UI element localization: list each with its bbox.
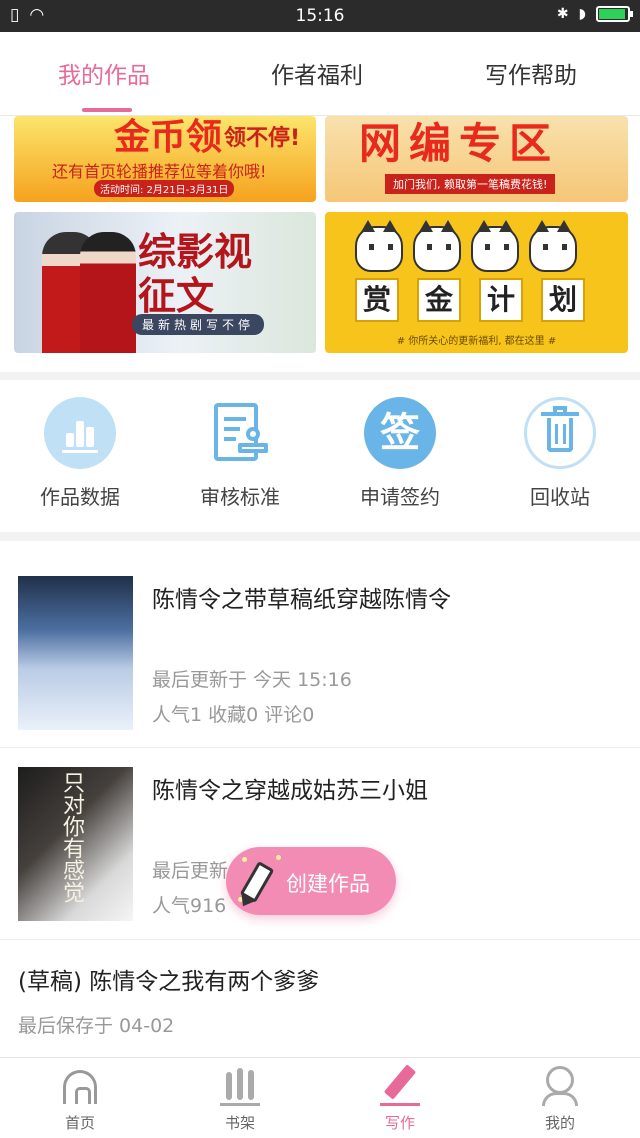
nav-label: 首页 <box>64 1114 95 1132</box>
cover-text: 只对你有感觉 <box>59 771 84 903</box>
tab-my-works[interactable]: 我的作品 <box>58 56 150 90</box>
quick-works-data[interactable]: 作品数据 <box>10 397 150 510</box>
sign-icon: 签 <box>364 397 436 469</box>
work-item[interactable]: 陈情令之带草稿纸穿越陈情令 最后更新于 今天 15:16 人气1 收藏0 评论0 <box>0 541 640 748</box>
nav-bookshelf[interactable]: 书架 <box>160 1066 320 1133</box>
nav-write[interactable]: 写作 <box>320 1064 480 1133</box>
work-title: 陈情令之带草稿纸穿越陈情令 <box>152 587 451 613</box>
nfc-icon: ◗ <box>578 6 586 22</box>
quick-label: 回收站 <box>530 485 590 509</box>
work-stats: 人气916 <box>152 895 227 917</box>
tab-writing-help[interactable]: 写作帮助 <box>485 56 577 90</box>
work-title: 陈情令之穿越成姑苏三小姐 <box>152 778 428 804</box>
banner-coins-title: 金币领 <box>114 117 223 158</box>
trash-icon <box>524 397 596 469</box>
create-work-button[interactable]: 创建作品 <box>226 847 396 915</box>
banner-web-editor-sub: 加门我们, 赖取第一笔稿费花钱! <box>385 174 556 194</box>
banner-web-editor[interactable]: 网编专区 加门我们, 赖取第一笔稿费花钱! <box>325 116 628 202</box>
cat-illustrations <box>355 220 577 272</box>
work-cover <box>18 576 133 730</box>
draft-title: (草稿) 陈情令之我有两个爹爹 <box>18 969 320 995</box>
banner-bounty-plan[interactable]: 赏 金 计 划 # 你所关心的更新福利, 都在这里 # <box>325 212 628 353</box>
bounty-char: 赏 <box>355 278 399 322</box>
quick-label: 申请签约 <box>360 485 440 509</box>
banner-coins[interactable]: 金币领 领不停! 还有首页轮播推荐位等着你哦! 活动时间: 2月21日-3月31… <box>14 116 316 202</box>
quick-recycle-bin[interactable]: 回收站 <box>490 397 630 510</box>
work-updated: 最后更新于 今天 15:16 <box>152 669 352 691</box>
bar-chart-icon <box>44 397 116 469</box>
quick-review-standard[interactable]: 审核标准 <box>170 397 310 510</box>
draft-item[interactable]: (草稿) 陈情令之我有两个爹爹 最后保存于 04-02 <box>0 940 640 1057</box>
banner-web-editor-title: 网编专区 <box>359 119 560 168</box>
pen-icon <box>380 1064 420 1106</box>
banner-film-sub: 最新热剧写不停 <box>132 314 265 335</box>
cat-icon <box>471 220 519 272</box>
banner-film-title: 综影视征文 <box>138 230 253 318</box>
bounty-char: 划 <box>541 278 585 322</box>
banner-grid: 金币领 领不停! 还有首页轮播推荐位等着你哦! 活动时间: 2月21日-3月31… <box>0 116 640 372</box>
banner-coins-sub: 还有首页轮播推荐位等着你哦! <box>52 162 267 181</box>
tab-author-benefits[interactable]: 作者福利 <box>271 56 363 90</box>
cat-icon <box>355 220 403 272</box>
nav-home[interactable]: 首页 <box>0 1066 160 1133</box>
top-tabs: 我的作品 作者福利 写作帮助 <box>0 32 640 116</box>
create-work-label: 创建作品 <box>286 872 370 896</box>
work-stats: 人气1 收藏0 评论0 <box>152 704 315 726</box>
banner-coins-date: 活动时间: 2月21日-3月31日 <box>94 180 235 197</box>
profile-icon <box>540 1066 580 1106</box>
bookshelf-icon <box>220 1066 260 1106</box>
cat-icon <box>529 220 577 272</box>
work-updated: 最后更新 <box>152 860 229 882</box>
bounty-title: 赏 金 计 划 <box>355 278 585 322</box>
draft-saved: 最后保存于 04-02 <box>18 1015 175 1037</box>
nav-label: 写作 <box>384 1114 415 1132</box>
work-cover: 只对你有感觉 <box>18 767 133 921</box>
banner-film-contest[interactable]: 综影视征文 最新热剧写不停 <box>14 212 316 353</box>
status-bar: ▯ ◠ 15:16 ✱ ◗ <box>0 0 640 32</box>
review-stamp-icon <box>204 397 276 469</box>
pencil-icon <box>239 861 275 903</box>
quick-label: 作品数据 <box>40 485 120 509</box>
works-list: 陈情令之带草稿纸穿越陈情令 最后更新于 今天 15:16 人气1 收藏0 评论0… <box>0 541 640 1057</box>
quick-apply-sign[interactable]: 签 申请签约 <box>330 397 470 510</box>
home-icon <box>60 1066 100 1106</box>
banner-figure <box>80 232 136 353</box>
banner-coins-tail: 领不停! <box>224 126 301 151</box>
tab-underline <box>82 108 132 112</box>
quick-label: 审核标准 <box>200 485 280 509</box>
quick-actions: 作品数据 审核标准 签 申请签约 回收站 <box>0 380 640 532</box>
battery-icon <box>596 6 633 22</box>
status-right: ✱ ◗ <box>556 6 633 22</box>
bounty-char: 金 <box>417 278 461 322</box>
bounty-foot: # 你所关心的更新福利, 都在这里 # <box>396 336 557 347</box>
status-time: 15:16 <box>295 6 345 26</box>
cat-icon <box>413 220 461 272</box>
bounty-char: 计 <box>479 278 523 322</box>
nav-label: 书架 <box>224 1114 255 1132</box>
nav-label: 我的 <box>544 1114 575 1132</box>
nav-me[interactable]: 我的 <box>480 1066 640 1133</box>
bluetooth-icon: ✱ <box>556 6 569 22</box>
bottom-nav: 首页 书架 写作 我的 <box>0 1057 640 1138</box>
